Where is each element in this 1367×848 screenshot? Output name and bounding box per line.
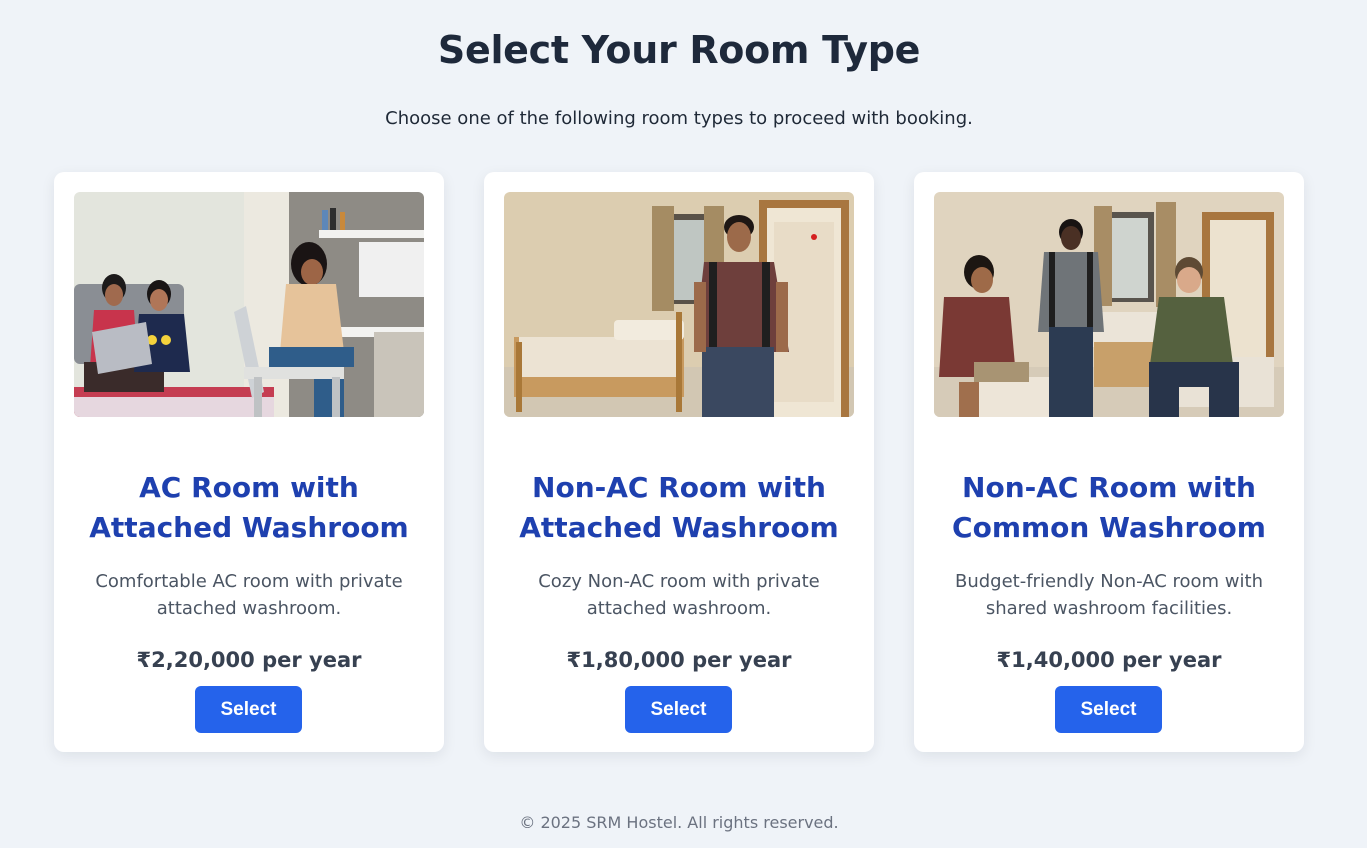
room-title: Non-AC Room with Attached Washroom [519, 471, 839, 544]
room-cards: AC Room with Attached Washroom Comfortab… [54, 172, 1304, 752]
room-image-nonac-attached [504, 192, 854, 417]
room-description: Cozy Non-AC room with private attached w… [538, 571, 820, 619]
room-title: Non-AC Room with Common Washroom [952, 471, 1266, 544]
select-button-nonac-common[interactable]: Select [1055, 686, 1162, 733]
room-card-ac-attached: AC Room with Attached Washroom Comfortab… [54, 172, 444, 752]
room-card-nonac-attached: Non-AC Room with Attached Washroom Cozy … [484, 172, 874, 752]
select-button-ac-attached[interactable]: Select [195, 686, 302, 733]
room-title: AC Room with Attached Washroom [89, 471, 409, 544]
room-price: ₹1,40,000 per year [996, 648, 1222, 672]
room-price: ₹2,20,000 per year [136, 648, 362, 672]
page-subtitle: Choose one of the following room types t… [385, 108, 973, 129]
room-description: Comfortable AC room with private attache… [95, 571, 403, 619]
room-description: Budget-friendly Non-AC room with shared … [954, 571, 1263, 619]
room-price: ₹1,80,000 per year [566, 648, 792, 672]
select-button-nonac-attached[interactable]: Select [625, 686, 732, 733]
room-image-ac-attached [74, 192, 424, 417]
room-image-nonac-common [934, 192, 1284, 417]
page-title: Select Your Room Type [437, 28, 921, 72]
footer-copyright: © 2025 SRM Hostel. All rights reserved. [519, 813, 839, 832]
room-card-nonac-common: Non-AC Room with Common Washroom Budget-… [914, 172, 1304, 752]
